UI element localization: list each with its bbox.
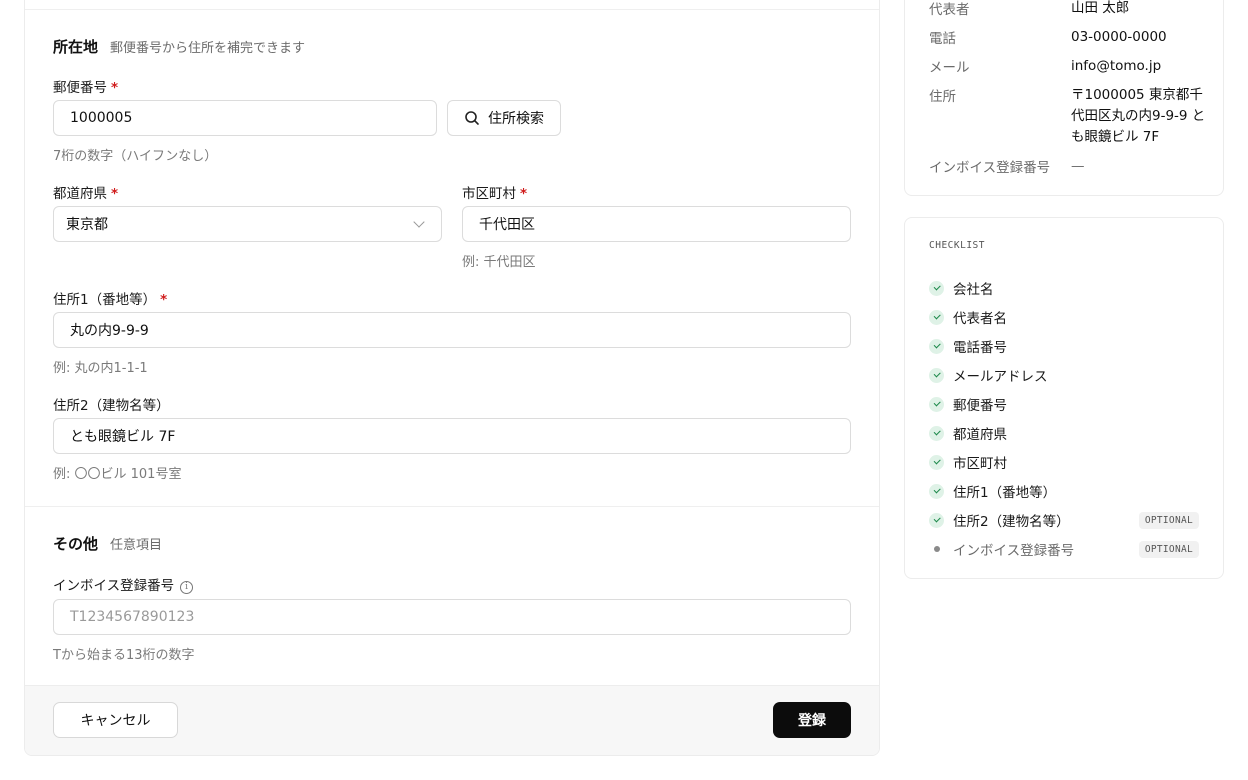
address2-label-text: 住所2（建物名等） <box>53 398 170 414</box>
other-section-title: その他 <box>53 535 99 553</box>
check-icon <box>929 512 944 528</box>
checklist-item: 会社名 <box>929 278 1199 298</box>
summary-key: 電話 <box>929 31 956 47</box>
address1-hint: 例: 丸の内1-1-1 <box>53 361 148 376</box>
address-search-label: 住所検索 <box>488 111 544 127</box>
summary-key: 代表者 <box>929 2 970 18</box>
address1-input[interactable]: 丸の内9-9-9 <box>53 312 851 348</box>
city-value: 千代田区 <box>479 217 535 233</box>
summary-value: 〒1000005 東京都千代田区丸の内9-9-9 とも眼鏡ビル 7F <box>1071 87 1206 145</box>
form-footer: キャンセル 登録 <box>25 685 879 755</box>
checklist-item-label: メールアドレス <box>953 369 1048 385</box>
pending-dot-icon <box>929 542 944 557</box>
other-section-subtitle: 任意項目 <box>110 538 163 553</box>
invoice-hint: Tから始まる13桁の数字 <box>53 648 195 663</box>
checklist-item-label: 郵便番号 <box>953 398 1007 414</box>
postal-code-label-text: 郵便番号 <box>53 80 107 96</box>
required-mark: * <box>111 186 119 202</box>
postal-code-input[interactable]: 1000005 <box>53 100 437 136</box>
summary-key: インボイス登録番号 <box>929 160 1051 176</box>
checklist-item: 住所1（番地等） <box>929 481 1199 501</box>
checklist-item-label: 住所2（建物名等） <box>953 514 1070 530</box>
address2-value: とも眼鏡ビル 7F <box>70 429 176 445</box>
invoice-label-text: インボイス登録番号 <box>53 578 175 594</box>
check-icon <box>929 367 944 383</box>
address-section-header: 所在地 郵便番号から住所を補完できます <box>53 36 305 57</box>
summary-key: 住所 <box>929 89 956 105</box>
postal-code-value: 1000005 <box>70 110 133 126</box>
postal-code-label: 郵便番号 * <box>53 76 118 96</box>
prefecture-label: 都道府県 * <box>53 182 118 202</box>
address-search-button[interactable]: 住所検索 <box>447 100 561 136</box>
summary-value: — <box>1071 158 1085 174</box>
invoice-placeholder: T1234567890123 <box>70 609 195 625</box>
prefecture-select[interactable]: 東京都 <box>53 206 442 242</box>
address2-label: 住所2（建物名等） <box>53 394 170 414</box>
summary-value: info@tomo.jp <box>1071 58 1162 74</box>
checklist-item: 郵便番号 <box>929 394 1199 414</box>
divider <box>25 9 879 10</box>
summary-value: 山田 太郎 <box>1071 0 1130 16</box>
checklist-item-label: 会社名 <box>953 282 994 298</box>
city-hint: 例: 千代田区 <box>462 255 536 270</box>
address-section-title: 所在地 <box>53 38 99 56</box>
checklist-item: 市区町村 <box>929 452 1199 472</box>
address1-label-text: 住所1（番地等） <box>53 292 157 308</box>
prefecture-label-text: 都道府県 <box>53 186 107 202</box>
info-icon[interactable]: i <box>180 581 194 594</box>
checklist-item: 都道府県 <box>929 423 1199 443</box>
checklist-item: 住所2（建物名等） OPTIONAL <box>929 510 1199 530</box>
address1-label: 住所1（番地等） * <box>53 288 167 308</box>
address2-input[interactable]: とも眼鏡ビル 7F <box>53 418 851 454</box>
check-icon <box>929 483 944 499</box>
check-icon <box>929 338 944 354</box>
company-form-card: 所在地 郵便番号から住所を補完できます 郵便番号 * 1000005 住所検索 7… <box>24 0 880 756</box>
checklist-item: インボイス登録番号 OPTIONAL <box>929 539 1199 559</box>
divider <box>25 506 879 507</box>
invoice-number-input[interactable]: T1234567890123 <box>53 599 851 635</box>
prefecture-value: 東京都 <box>66 217 108 233</box>
required-mark: * <box>160 292 168 308</box>
checklist-item-label: インボイス登録番号 <box>953 543 1075 559</box>
submit-button[interactable]: 登録 <box>773 702 851 738</box>
postal-code-hint: 7桁の数字（ハイフンなし） <box>53 149 218 164</box>
optional-badge: OPTIONAL <box>1138 540 1199 558</box>
checklist-item: 電話番号 <box>929 336 1199 356</box>
checklist-item-label: 電話番号 <box>953 340 1007 356</box>
checklist-item-label: 市区町村 <box>953 456 1007 472</box>
check-icon <box>929 396 944 412</box>
summary-card: 代表者 山田 太郎 電話 03-0000-0000 メール info@tomo.… <box>904 0 1224 196</box>
city-label: 市区町村 * <box>462 182 527 202</box>
summary-value: 03-0000-0000 <box>1071 29 1167 45</box>
required-mark: * <box>520 186 528 202</box>
check-icon <box>929 280 944 296</box>
invoice-label: インボイス登録番号 i <box>53 574 194 594</box>
checklist-item-label: 住所1（番地等） <box>953 485 1057 501</box>
checklist-item: メールアドレス <box>929 365 1199 385</box>
check-icon <box>929 309 944 325</box>
check-icon <box>929 425 944 441</box>
address1-value: 丸の内9-9-9 <box>70 323 149 339</box>
checklist-title: CHECKLIST <box>929 240 985 251</box>
city-label-text: 市区町村 <box>462 186 516 202</box>
checklist-item-label: 都道府県 <box>953 427 1007 443</box>
checklist-item: 代表者名 <box>929 307 1199 327</box>
chevron-down-icon <box>413 216 425 228</box>
city-input[interactable]: 千代田区 <box>462 206 851 242</box>
check-icon <box>929 454 944 470</box>
address2-hint: 例: 〇〇ビル 101号室 <box>53 467 182 482</box>
cancel-button[interactable]: キャンセル <box>53 702 178 738</box>
checklist-item-label: 代表者名 <box>953 311 1007 327</box>
required-mark: * <box>111 80 119 96</box>
other-section-header: その他 任意項目 <box>53 533 162 554</box>
address-section-subtitle: 郵便番号から住所を補完できます <box>110 41 306 56</box>
optional-badge: OPTIONAL <box>1138 511 1199 529</box>
search-icon <box>465 111 479 125</box>
summary-key: メール <box>929 60 970 76</box>
checklist-card: CHECKLIST 会社名 代表者名 電話番号 メールアドレス 郵便番号 都道府… <box>904 217 1224 579</box>
